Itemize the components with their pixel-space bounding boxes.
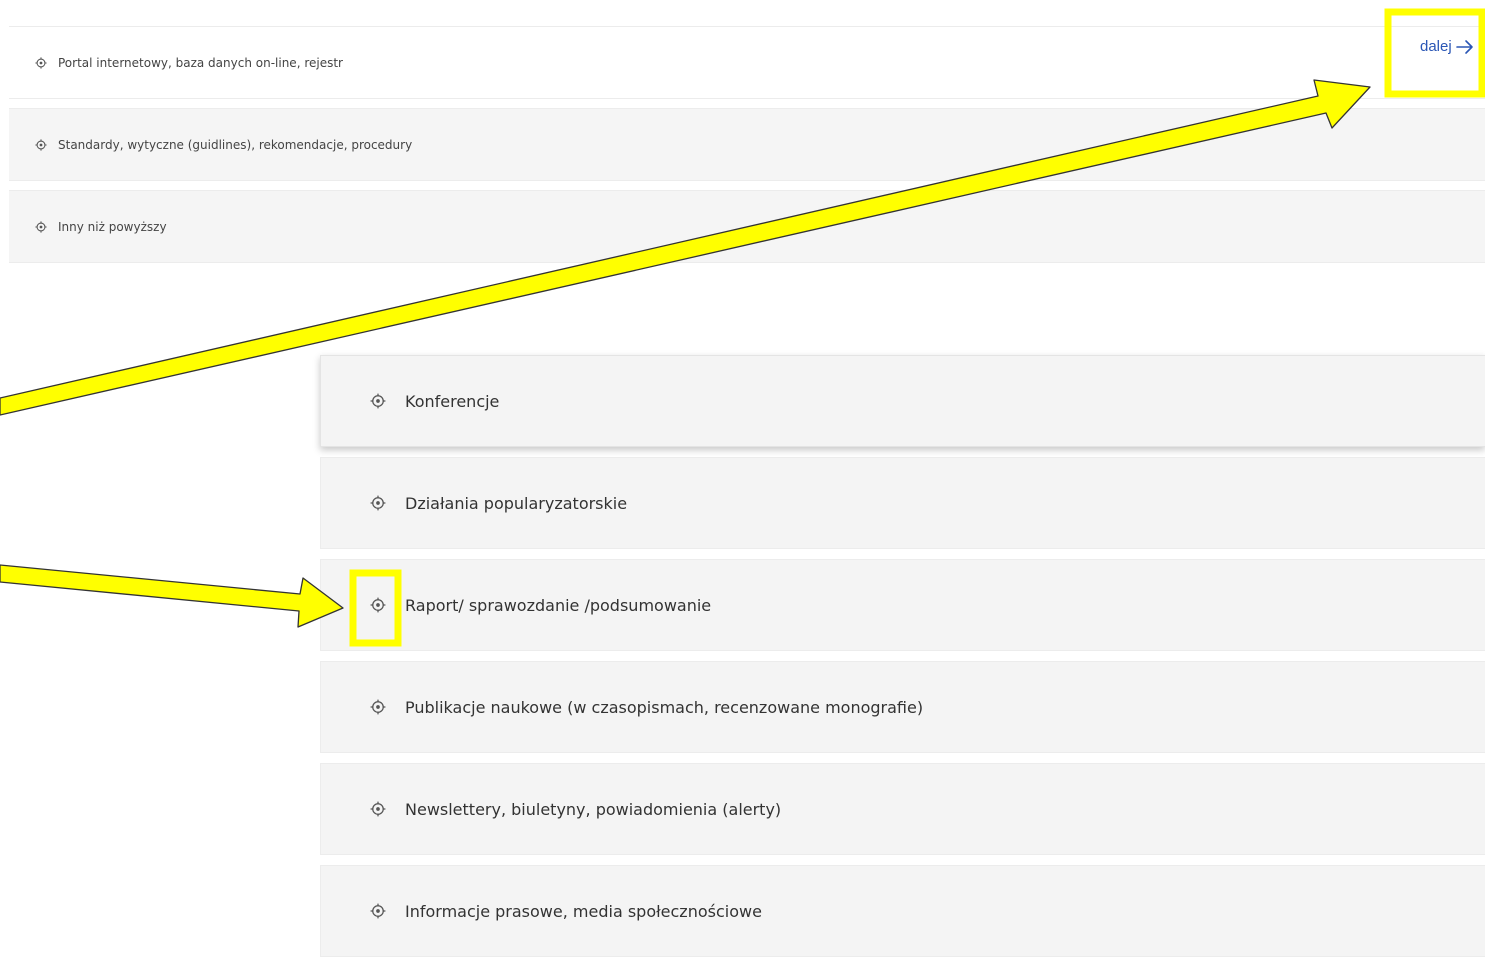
target-icon [35,138,47,151]
target-icon [35,220,47,233]
annotation-arrow-to-target-icon [0,564,344,628]
target-icon [370,393,386,409]
target-icon [370,597,386,613]
target-icon [370,495,386,511]
target-icon [370,699,386,715]
list-item-standardy[interactable]: Standardy, wytyczne (guidlines), rekomen… [9,108,1485,181]
list-item-dzialania[interactable]: Działania popularyzatorskie [320,457,1485,549]
list-item-inny[interactable]: Inny niż powyższy [9,190,1485,263]
list-item-label: Inny niż powyższy [58,219,167,234]
list-item-raport[interactable]: Raport/ sprawozdanie /podsumowanie [320,559,1485,651]
list-item-label: Konferencje [405,391,500,411]
top-options-list: Portal internetowy, baza danych on-line,… [9,26,1485,272]
next-link[interactable]: dalej [1420,38,1474,55]
list-item-informacje[interactable]: Informacje prasowe, media społecznościow… [320,865,1485,957]
list-item-label: Portal internetowy, baza danych on-line,… [58,55,343,70]
list-item-label: Raport/ sprawozdanie /podsumowanie [405,595,712,615]
list-item-label: Newslettery, biuletyny, powiadomienia (a… [405,799,782,819]
target-icon [370,903,386,919]
target-icon [35,56,47,69]
list-item-label: Standardy, wytyczne (guidlines), rekomen… [58,137,413,152]
list-item-newslettery[interactable]: Newslettery, biuletyny, powiadomienia (a… [320,763,1485,855]
list-item-konferencje[interactable]: Konferencje [320,355,1485,447]
next-link-label: dalej [1420,38,1452,55]
output-types-list: Konferencje Działania popularyzatorskie … [320,355,1485,967]
list-item-label: Publikacje naukowe (w czasopismach, rece… [405,697,924,717]
list-item-portal[interactable]: Portal internetowy, baza danych on-line,… [9,26,1485,99]
arrow-right-icon [1455,39,1474,55]
target-icon [370,801,386,817]
list-item-label: Informacje prasowe, media społecznościow… [405,901,762,921]
list-item-label: Działania popularyzatorskie [405,493,628,513]
list-item-publikacje[interactable]: Publikacje naukowe (w czasopismach, rece… [320,661,1485,753]
